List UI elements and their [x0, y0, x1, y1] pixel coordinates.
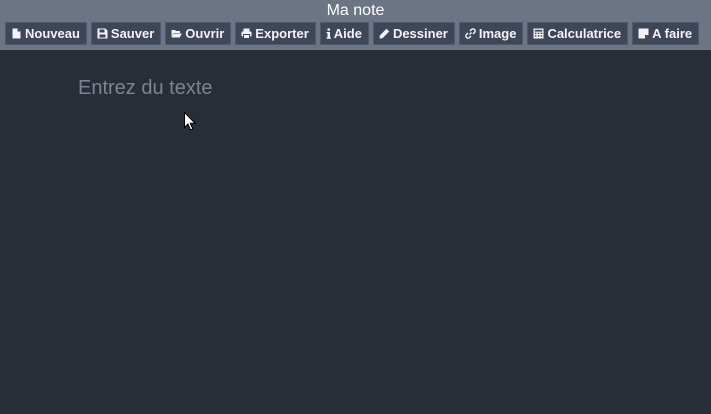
toolbar: Nouveau Sauver Ouvrir Exporter Aide Dess… [5, 22, 700, 45]
pencil-icon [379, 28, 390, 39]
draw-button[interactable]: Dessiner [372, 22, 455, 45]
calculator-icon [533, 28, 544, 39]
open-button-label: Ouvrir [185, 26, 225, 41]
export-button-label: Exporter [255, 26, 309, 41]
todo-button[interactable]: A faire [632, 22, 700, 45]
todo-button-label: A faire [652, 26, 693, 41]
image-button[interactable]: Image [458, 22, 524, 45]
calculator-button-label: Calculatrice [547, 26, 622, 41]
export-button[interactable]: Exporter [235, 22, 316, 45]
file-icon [11, 28, 22, 39]
save-button[interactable]: Sauver [90, 22, 162, 45]
link-icon [465, 28, 476, 39]
help-button[interactable]: Aide [319, 22, 369, 45]
folder-open-icon [171, 28, 183, 39]
new-button[interactable]: Nouveau [5, 22, 87, 45]
app-window: Ma note Nouveau Sauver Ouvrir Exporter A… [0, 0, 711, 414]
info-icon [326, 28, 331, 39]
open-button[interactable]: Ouvrir [165, 22, 232, 45]
draw-button-label: Dessiner [392, 26, 448, 41]
save-button-label: Sauver [110, 26, 155, 41]
sticky-note-icon [638, 28, 649, 39]
note-text-input[interactable] [72, 74, 672, 102]
image-button-label: Image [478, 26, 517, 41]
floppy-icon [97, 28, 108, 39]
new-button-label: Nouveau [25, 26, 80, 41]
header-bar: Ma note Nouveau Sauver Ouvrir Exporter A… [0, 0, 711, 50]
calculator-button[interactable]: Calculatrice [527, 22, 629, 45]
help-button-label: Aide [333, 26, 362, 41]
printer-icon [241, 28, 252, 39]
mouse-cursor-icon [184, 112, 196, 131]
note-editor[interactable] [0, 50, 711, 414]
app-title: Ma note [326, 2, 385, 19]
